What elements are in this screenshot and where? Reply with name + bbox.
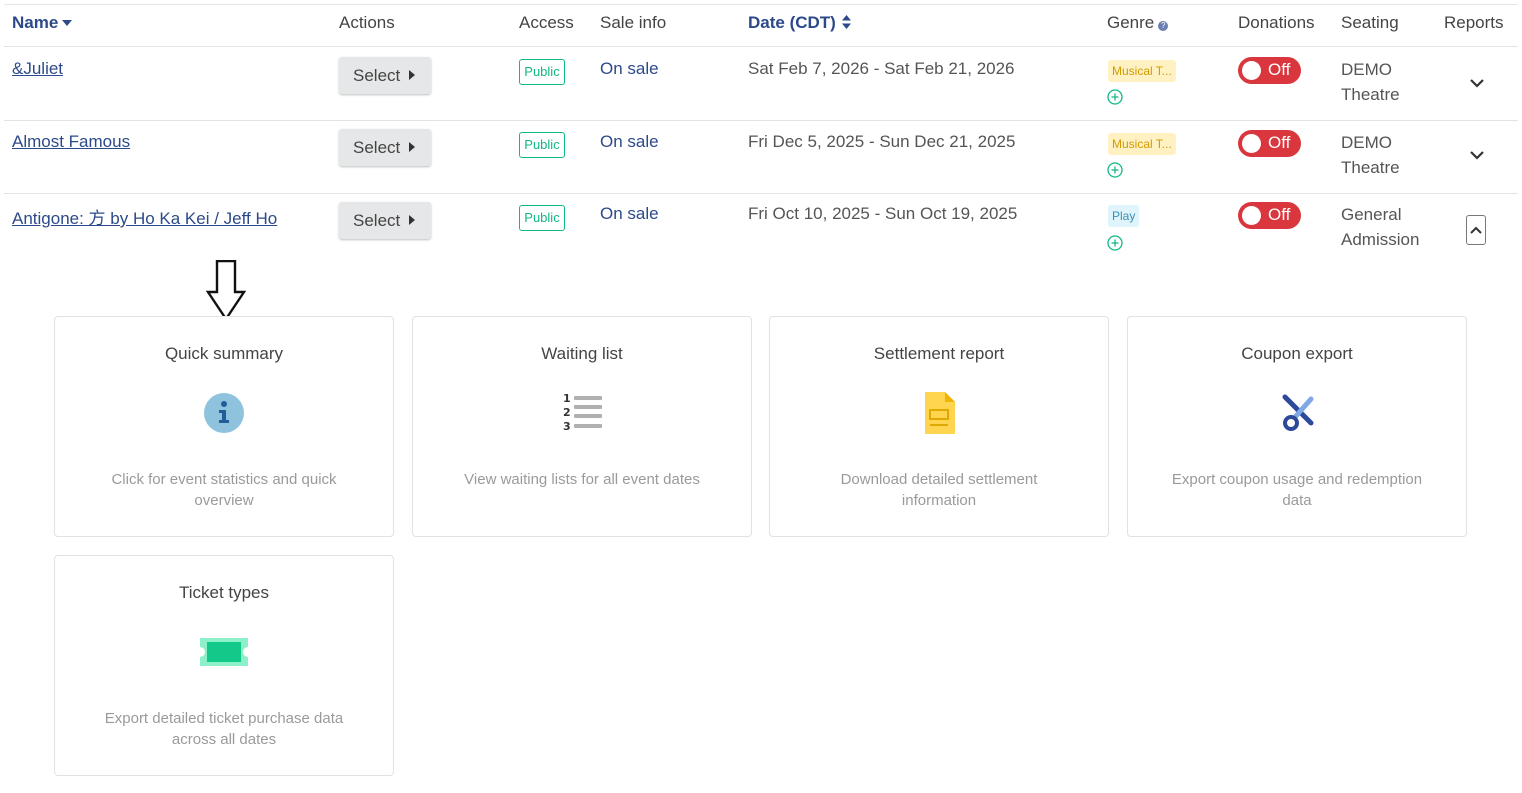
scissors-icon — [1282, 394, 1314, 431]
toggle-knob — [1242, 206, 1261, 225]
caret-right-icon — [409, 70, 415, 80]
caret-right-icon — [409, 215, 415, 225]
access-badge: Public — [519, 205, 565, 231]
card-description: Export coupon usage and redemption data — [1171, 471, 1423, 509]
event-name-link[interactable]: Antigone: 方 by Ho Ka Kei / Jeff Ho — [12, 204, 277, 229]
column-header-name[interactable]: Name — [12, 13, 73, 33]
genre-badge: Musical T... — [1108, 60, 1176, 82]
seating-line: General — [1341, 205, 1402, 224]
select-button[interactable]: Select — [339, 202, 431, 239]
column-header-genre: Genre? — [1107, 13, 1169, 33]
card-description: Download detailed settlement information — [840, 471, 1038, 509]
chevron-down-icon[interactable] — [1468, 77, 1486, 89]
card-description: Export detailed ticket purchase data acr… — [104, 710, 344, 748]
column-header-name-label: Name — [12, 13, 59, 32]
seating-text: General Admission — [1341, 202, 1419, 252]
card-description: View waiting lists for all event dates — [464, 471, 700, 488]
select-button-label: Select — [353, 65, 401, 85]
date-range: Sat Feb 7, 2026 - Sat Feb 21, 2026 — [748, 59, 1015, 78]
report-card-ticket-types[interactable]: Ticket types Export detailed ticket purc… — [54, 555, 394, 776]
document-icon — [925, 392, 955, 434]
column-header-date-label: Date (CDT) — [748, 13, 836, 32]
help-icon[interactable]: ? — [1158, 21, 1169, 31]
seating-line: Admission — [1341, 230, 1420, 249]
toggle-knob — [1242, 61, 1261, 80]
card-title: Quick summary — [164, 344, 284, 363]
svg-text:1: 1 — [563, 392, 571, 405]
report-card-settlement[interactable]: Settlement report Download detailed sett… — [769, 316, 1109, 537]
sale-info-text[interactable]: On sale — [600, 59, 659, 79]
column-header-genre-label: Genre — [1107, 13, 1155, 32]
card-title: Settlement report — [873, 344, 1005, 363]
select-button[interactable]: Select — [339, 129, 431, 166]
chevron-up-icon — [1470, 226, 1482, 234]
add-genre-icon[interactable] — [1107, 162, 1123, 178]
access-badge: Public — [519, 132, 565, 158]
column-header-seating: Seating — [1341, 13, 1399, 32]
collapse-reports-button[interactable] — [1466, 215, 1486, 245]
header-divider — [4, 46, 1518, 47]
seating-line: Theatre — [1341, 85, 1400, 104]
column-header-actions: Actions — [339, 13, 395, 32]
event-name-link[interactable]: &Juliet — [12, 59, 63, 79]
donations-toggle[interactable]: Off — [1238, 130, 1301, 157]
numbered-list-icon: 1 2 3 — [563, 392, 602, 433]
report-card-waiting-list[interactable]: Waiting list 1 2 3 View waiting lists fo… — [412, 316, 752, 537]
row-divider — [4, 120, 1518, 121]
add-genre-icon[interactable] — [1107, 89, 1123, 105]
column-header-donations: Donations — [1238, 13, 1315, 32]
card-title: Waiting list — [541, 344, 623, 363]
seating-line: DEMO — [1341, 60, 1392, 79]
select-button[interactable]: Select — [339, 57, 431, 94]
sort-desc-icon — [62, 20, 73, 26]
date-range: Fri Dec 5, 2025 - Sun Dec 21, 2025 — [748, 132, 1016, 151]
report-card-coupon-export[interactable]: Coupon export Export coupon usage and re… — [1127, 316, 1467, 537]
seating-line: Theatre — [1341, 158, 1400, 177]
column-header-reports: Reports — [1444, 13, 1504, 32]
svg-text:3: 3 — [563, 420, 571, 433]
toggle-label: Off — [1268, 60, 1291, 79]
sort-toggle-icon — [841, 15, 851, 29]
genre-badge: Play — [1108, 205, 1140, 227]
select-button-label: Select — [353, 210, 401, 230]
ticket-icon — [200, 638, 248, 666]
chevron-down-icon[interactable] — [1468, 149, 1486, 161]
donations-toggle[interactable]: Off — [1238, 57, 1301, 84]
caret-right-icon — [409, 142, 415, 152]
access-badge: Public — [519, 59, 565, 85]
down-arrow-icon — [206, 260, 246, 322]
seating-line: DEMO — [1341, 133, 1392, 152]
toggle-label: Off — [1268, 133, 1291, 152]
genre-badge: Musical T... — [1108, 133, 1176, 155]
column-header-date[interactable]: Date (CDT) — [748, 13, 851, 33]
report-card-quick-summary[interactable]: Quick summary Click for event statistics… — [54, 316, 394, 537]
add-genre-icon[interactable] — [1107, 235, 1123, 251]
select-button-label: Select — [353, 137, 401, 157]
seating-text: DEMO Theatre — [1341, 130, 1400, 180]
toggle-knob — [1242, 134, 1261, 153]
svg-text:2: 2 — [563, 406, 571, 419]
column-header-access: Access — [519, 13, 574, 32]
card-description: Click for event statistics and quick ove… — [111, 471, 337, 509]
toggle-label: Off — [1268, 205, 1291, 224]
date-range: Fri Oct 10, 2025 - Sun Oct 19, 2025 — [748, 204, 1018, 223]
sale-info-text[interactable]: On sale — [600, 132, 659, 152]
card-title: Coupon export — [1241, 344, 1353, 363]
donations-toggle[interactable]: Off — [1238, 202, 1301, 229]
sale-info-text[interactable]: On sale — [600, 204, 659, 224]
seating-text: DEMO Theatre — [1341, 57, 1400, 107]
info-icon — [204, 393, 244, 433]
column-header-sale-info: Sale info — [600, 13, 667, 32]
table-top-border — [4, 4, 1518, 5]
card-title: Ticket types — [178, 583, 270, 602]
row-divider — [4, 193, 1518, 194]
event-name-link[interactable]: Almost Famous — [12, 132, 130, 152]
